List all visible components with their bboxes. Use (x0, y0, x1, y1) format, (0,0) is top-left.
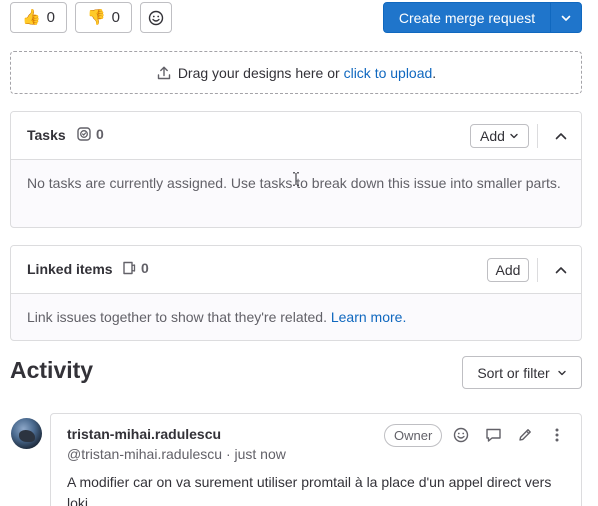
owner-badge: Owner (384, 424, 443, 447)
create-merge-request-label: Create merge request (398, 9, 536, 26)
task-done-icon (77, 127, 91, 141)
chevron-down-icon (557, 370, 566, 375)
note-meta: @tristan-mihai.radulescu · just now (67, 446, 286, 462)
smiley-icon (453, 427, 469, 443)
avatar[interactable] (11, 418, 42, 449)
linked-items-count-value: 0 (141, 260, 149, 276)
linked-items-help: Link issues together to show that they'r… (11, 294, 581, 340)
tasks-count-value: 0 (96, 126, 104, 142)
linked-items-add-button[interactable]: Add (487, 258, 529, 282)
create-merge-request-split-button: Create merge request (383, 2, 582, 33)
edit-comment-button[interactable] (516, 426, 534, 444)
tasks-add-button[interactable]: Add (470, 124, 529, 148)
note-timestamp[interactable]: just now (235, 446, 286, 462)
add-reaction-button[interactable] (140, 2, 172, 33)
note-body: A modifier car on va surement utiliser p… (67, 474, 552, 506)
thumbs-up-icon: 👍 (21, 9, 41, 26)
click-to-upload-link[interactable]: click to upload (344, 65, 433, 81)
tasks-collapse-button[interactable] (551, 126, 571, 146)
note-meta-separator: · (225, 446, 231, 462)
tasks-add-label: Add (480, 128, 505, 144)
linked-items-title: Linked items (27, 261, 113, 277)
chevron-down-icon (510, 133, 518, 139)
linked-items-help-text: Link issues together to show that they'r… (27, 309, 327, 325)
tasks-count: 0 (76, 126, 104, 142)
chevron-down-icon (561, 15, 571, 21)
tasks-header: Tasks 0 Add (11, 112, 581, 160)
linked-items-header-divider (537, 258, 538, 282)
comment-note: tristan-mihai.radulescu @tristan-mihai.r… (50, 413, 582, 506)
more-actions-button[interactable] (548, 426, 566, 444)
sort-or-filter-label: Sort or filter (477, 364, 550, 381)
comment-icon (485, 428, 501, 442)
activity-heading: Activity (10, 357, 94, 383)
thumbs-down-count: 0 (111, 9, 121, 26)
text-cursor-icon (293, 172, 299, 186)
kebab-menu-icon (555, 428, 559, 442)
upload-icon (157, 66, 171, 79)
chevron-up-icon (555, 267, 567, 274)
tasks-card: Tasks 0 Add No tasks are currently assig… (10, 111, 582, 228)
pencil-icon (519, 429, 531, 441)
tasks-header-divider (537, 124, 538, 148)
reply-button[interactable] (484, 426, 502, 444)
linked-items-icon (123, 261, 136, 275)
upload-text: Drag your designs here or (177, 64, 340, 81)
linked-items-add-label: Add (495, 262, 521, 278)
note-author[interactable]: tristan-mihai.radulescu (67, 426, 221, 442)
linked-items-card: Linked items 0 Add Link issues together … (10, 245, 582, 341)
note-author-handle[interactable]: @tristan-mihai.radulescu (67, 446, 222, 462)
thumbs-up-button[interactable]: 👍 0 (10, 2, 67, 33)
thumbs-up-count: 0 (46, 9, 56, 26)
design-upload-dropzone[interactable]: Drag your designs here or click to uploa… (10, 51, 582, 94)
sort-or-filter-dropdown[interactable]: Sort or filter (462, 356, 582, 389)
linked-items-header: Linked items 0 Add (11, 246, 581, 294)
linked-items-collapse-button[interactable] (551, 260, 571, 280)
merge-request-dropdown-toggle[interactable] (551, 3, 581, 32)
upload-suffix: . (432, 64, 437, 81)
create-merge-request-button[interactable]: Create merge request (384, 3, 551, 32)
add-reaction-button[interactable] (452, 426, 470, 444)
learn-more-link[interactable]: Learn more. (331, 309, 406, 325)
linked-items-count: 0 (121, 260, 149, 276)
chevron-up-icon (555, 133, 567, 140)
thumbs-down-icon: 👎 (86, 9, 106, 26)
thumbs-down-button[interactable]: 👎 0 (75, 2, 132, 33)
smiley-icon (148, 10, 164, 25)
tasks-title: Tasks (27, 127, 66, 143)
